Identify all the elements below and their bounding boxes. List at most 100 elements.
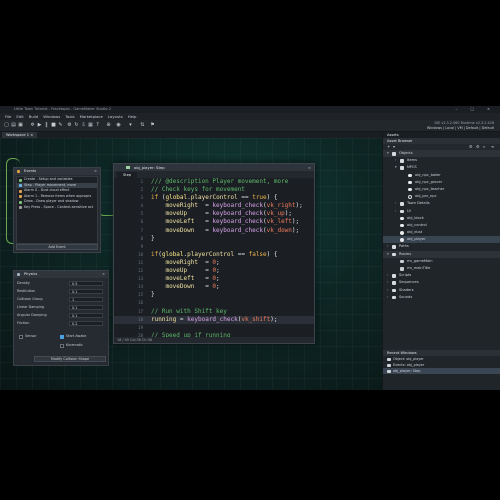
asset-tree-item[interactable]: obj_npc_grocer <box>383 179 500 186</box>
close-icon[interactable]: × <box>94 168 97 175</box>
modify-collision-shape-button[interactable]: Modify Collision Shape <box>34 356 106 362</box>
asset-tree-item[interactable]: obj_block <box>383 215 500 222</box>
sensor-checkbox[interactable] <box>19 335 23 339</box>
chevron-right-icon[interactable]: › <box>395 208 396 215</box>
physics-fields: Density 0.5 Restitution 0.1 Collision Group 1… <box>14 278 108 327</box>
new-icon[interactable]: ▢ <box>4 123 9 128</box>
add-event-button[interactable]: Add Event <box>16 244 98 250</box>
sort-icon[interactable]: ⇅ <box>140 123 145 128</box>
line-number: 10 <box>138 251 143 257</box>
asset-tree-item[interactable]: obj_npc_teacher <box>383 186 500 193</box>
asset-tree-item[interactable]: ▾ NPCS <box>383 164 500 171</box>
code-line: 10 if(global.playerControl == false) { <box>114 251 314 259</box>
redo-icon[interactable]: ↻ <box>74 123 79 128</box>
physics-label: Density <box>17 281 30 285</box>
flag-icon[interactable]: ⚑ <box>150 123 155 128</box>
help-icon[interactable]: ? <box>95 123 100 128</box>
asset-tree-item[interactable]: obj_par_npc <box>383 193 500 200</box>
physics-value-field[interactable]: 0.2 <box>69 320 103 326</box>
events-panel-header: Events × <box>14 168 100 175</box>
asset-tree-item[interactable]: › Sequences <box>383 279 500 286</box>
menu-item-tools[interactable]: Tools <box>65 114 74 119</box>
asset-tree-item[interactable]: › Scripts <box>383 272 500 279</box>
chevron-right-icon[interactable]: › <box>395 200 396 207</box>
asset-tree-item[interactable]: rm_mainTitle <box>383 265 500 272</box>
debug-icon[interactable]: ✲ <box>30 123 35 128</box>
build-icon[interactable]: ⇩ <box>81 123 86 128</box>
asset-tree-item[interactable]: ▾ Rooms <box>383 250 500 258</box>
collapse-icon[interactable]: ▾ <box>393 145 395 149</box>
asset-tree-item[interactable]: › UI <box>383 208 500 215</box>
window-controls[interactable]: – □ × <box>456 106 497 113</box>
physics-value-field[interactable]: 0.1 <box>69 312 103 318</box>
menu-item-layouts[interactable]: Layouts <box>108 114 123 119</box>
asset-tree-item[interactable]: obj_player <box>383 236 500 244</box>
asset-tree-item[interactable]: ▾ Objects <box>383 150 500 158</box>
menu-item-edit[interactable]: Edit <box>16 114 23 119</box>
chevron-down-icon[interactable]: ▾ <box>387 251 389 258</box>
chevron-down-icon[interactable]: ▾ <box>387 150 389 157</box>
asset-tree-item[interactable]: › Sounds <box>383 294 500 301</box>
asset-tree-item[interactable]: › Paths <box>383 243 500 250</box>
sensor-label: Sensor <box>25 334 37 338</box>
dropdown-icon[interactable]: ▾ <box>128 123 133 128</box>
chevron-right-icon[interactable]: › <box>387 272 388 279</box>
close-icon[interactable]: × <box>102 271 105 278</box>
physics-value-field[interactable]: 0.1 <box>69 288 103 294</box>
code-token: moveRight <box>165 258 198 266</box>
ide-screenshot: Little Town Tutorial - Fracktopia - Game… <box>0 106 500 390</box>
physics-value-field[interactable]: 0.5 <box>69 280 103 286</box>
chevron-right-icon[interactable]: › <box>387 243 388 250</box>
events-panel: Events × Create - Setup and variables Ste… <box>13 167 101 253</box>
menu-item-build[interactable]: Build <box>29 114 39 119</box>
asset-tree-item[interactable]: obj_npc_baker <box>383 172 500 179</box>
asset-tree-item[interactable]: obj_control <box>383 222 500 229</box>
asset-tree-item[interactable]: › Shaders <box>383 287 500 294</box>
settings-icon[interactable]: ⚙ <box>67 123 72 128</box>
physics-value-field[interactable]: 1 <box>69 296 103 302</box>
target-selector[interactable]: Windows | Local | VM | Default | Default <box>427 126 494 130</box>
physics-value-field[interactable]: 0.1 <box>69 304 103 310</box>
pause-icon[interactable]: ‖ <box>44 123 49 128</box>
code-editor-window: obj_player: Step × Step 1 /// @descriptio… <box>113 163 315 344</box>
kinematic-checkbox[interactable] <box>60 344 64 348</box>
event-item[interactable]: Key Press - Space - Context-sensitive ac… <box>17 205 97 211</box>
chevron-down-icon[interactable]: ▾ <box>395 164 397 171</box>
menu-item-windows[interactable]: Windows <box>43 114 60 119</box>
save-icon[interactable]: ▣ <box>18 123 23 128</box>
stop-icon[interactable]: ■ <box>51 123 56 128</box>
chevron-right-icon[interactable]: › <box>387 294 388 301</box>
package-icon[interactable]: ▦ <box>88 123 93 128</box>
folder-icon <box>400 209 404 213</box>
asset-tree-item[interactable]: › Town Details <box>383 200 500 207</box>
start-awake-checkbox[interactable] <box>60 335 64 339</box>
open-icon[interactable]: ▤ <box>11 123 16 128</box>
search-icon[interactable]: ⌕ <box>483 145 485 149</box>
asset-tree-item[interactable]: rm_gameMain <box>383 258 500 265</box>
code-area[interactable]: 1/// @description Player movement, more 2… <box>114 178 314 337</box>
options-icon[interactable]: ⚙ <box>476 145 480 149</box>
chevron-right-icon[interactable]: › <box>395 157 396 164</box>
chevron-right-icon[interactable]: › <box>387 279 388 286</box>
ide-version: IDE v2.3.2.560 Runtime v2.3.2.426 <box>434 121 494 125</box>
clean-icon[interactable]: ✎ <box>58 123 63 128</box>
menu-item-help[interactable]: Help <box>128 114 137 119</box>
eye-icon[interactable]: ◉ <box>116 123 121 128</box>
run-icon[interactable]: ▶ <box>37 123 42 128</box>
asset-tree-item[interactable]: obj_dust <box>383 229 500 236</box>
add-icon[interactable]: + <box>387 145 390 149</box>
physics-row: Restitution 0.1 <box>14 287 108 295</box>
menu-icon[interactable]: ≡ <box>491 145 494 149</box>
asset-tree-item[interactable]: › Items <box>383 157 500 164</box>
asset-tree-label: Paths <box>399 244 409 249</box>
menu-item-file[interactable]: File <box>5 114 11 119</box>
recent-window-item[interactable]: obj_player: Step <box>383 368 500 374</box>
filter-icon[interactable]: ⚙ <box>469 145 473 149</box>
chevron-right-icon[interactable]: › <box>387 287 388 294</box>
zoom-icon[interactable]: ⊕ <box>106 123 111 128</box>
close-icon[interactable]: × <box>308 164 311 171</box>
workspace-canvas[interactable]: Events × Create - Setup and variables Ste… <box>0 138 382 390</box>
menu-item-marketplace[interactable]: Marketplace <box>80 114 103 119</box>
